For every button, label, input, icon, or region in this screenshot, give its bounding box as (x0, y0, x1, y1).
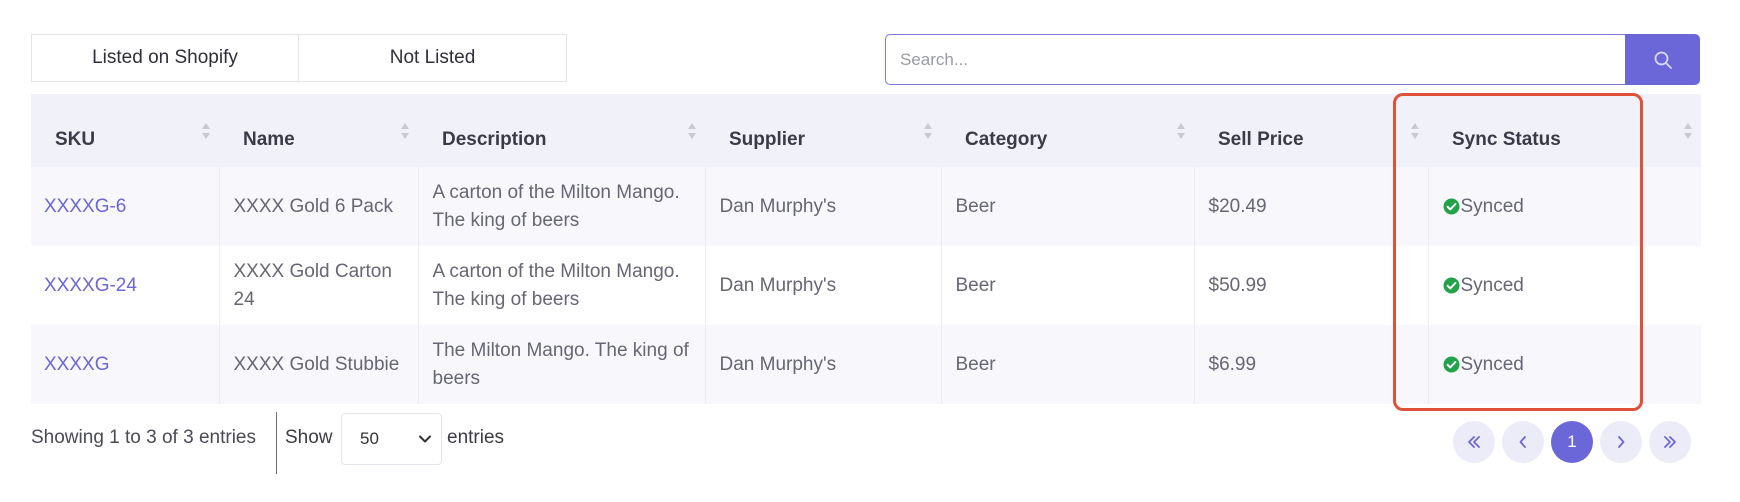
sort-icon (688, 123, 696, 139)
sort-icon (202, 123, 210, 139)
product-name: XXXX Gold Stubbie (218, 325, 418, 404)
sku-link[interactable]: XXXXG-6 (31, 167, 219, 246)
product-description: A carton of the Milton Mango. The king o… (417, 167, 705, 246)
chevron-right-icon (1618, 436, 1625, 448)
search-button[interactable] (1625, 34, 1700, 85)
sort-icon (1177, 123, 1185, 139)
check-circle-icon (1443, 198, 1459, 215)
first-page-button[interactable] (1453, 421, 1495, 463)
sync-status-label: Synced (1460, 195, 1524, 217)
search-input[interactable] (885, 34, 1625, 85)
search-bar (885, 34, 1700, 85)
sync-status-cell: Synced (1427, 246, 1701, 325)
chevron-left-icon (1519, 436, 1526, 448)
product-category: Beer (940, 167, 1194, 246)
sort-icon (1411, 123, 1419, 139)
last-page-button[interactable] (1649, 421, 1691, 463)
listing-filter-toggle: Listed on Shopify Not Listed (31, 34, 567, 82)
table-row: XXXXG-24 XXXX Gold Carton 24 A carton of… (31, 246, 1701, 325)
pagination: 1 (1453, 421, 1691, 463)
column-header-sync-status[interactable]: Sync Status (1428, 94, 1701, 167)
table-header-row: SKU Name Description Supplier Category S… (31, 94, 1701, 167)
page-button-current[interactable]: 1 (1551, 421, 1593, 463)
sort-icon (401, 123, 409, 139)
product-name: XXXX Gold Carton 24 (218, 246, 418, 325)
next-page-button[interactable] (1600, 421, 1642, 463)
entries-label: entries (447, 427, 505, 448)
product-sell-price: $50.99 (1193, 246, 1428, 325)
previous-page-button[interactable] (1502, 421, 1544, 463)
check-circle-icon (1443, 356, 1459, 373)
double-chevron-left-icon (1468, 436, 1480, 448)
product-sell-price: $6.99 (1193, 325, 1428, 404)
product-description: A carton of the Milton Mango. The king o… (417, 246, 705, 325)
column-header-sell-price[interactable]: Sell Price (1194, 94, 1428, 167)
column-header-name[interactable]: Name (219, 94, 418, 167)
product-sell-price: $20.49 (1193, 167, 1428, 246)
sku-link[interactable]: XXXXG (31, 325, 219, 404)
sync-status-badge: Synced (1443, 272, 1688, 300)
table-row: XXXXG XXXX Gold Stubbie The Milton Mango… (31, 325, 1701, 404)
check-circle-icon (1443, 277, 1459, 294)
page-size-value: 50 (360, 429, 379, 448)
show-label: Show (285, 427, 333, 448)
product-supplier: Dan Murphy's (704, 246, 941, 325)
sync-status-badge: Synced (1443, 351, 1688, 379)
sku-link[interactable]: XXXXG-24 (31, 246, 219, 325)
page-size-select[interactable]: 50 (341, 413, 442, 465)
column-header-supplier[interactable]: Supplier (705, 94, 941, 167)
column-header-category[interactable]: Category (941, 94, 1194, 167)
products-table: SKU Name Description Supplier Category S… (31, 94, 1701, 404)
column-header-sku[interactable]: SKU (31, 94, 219, 167)
product-category: Beer (940, 246, 1194, 325)
not-listed-button[interactable]: Not Listed (299, 34, 567, 82)
listed-on-shopify-button[interactable]: Listed on Shopify (31, 34, 299, 82)
sync-status-label: Synced (1460, 274, 1524, 296)
sync-status-label: Synced (1460, 353, 1524, 375)
entries-info: Showing 1 to 3 of 3 entries (31, 427, 256, 448)
product-name: XXXX Gold 6 Pack (218, 167, 418, 246)
chevron-down-icon (419, 435, 431, 443)
product-supplier: Dan Murphy's (704, 325, 941, 404)
product-supplier: Dan Murphy's (704, 167, 941, 246)
table-row: XXXXG-6 XXXX Gold 6 Pack A carton of the… (31, 167, 1701, 246)
column-header-description[interactable]: Description (418, 94, 705, 167)
double-chevron-right-icon (1664, 436, 1676, 448)
footer-divider (276, 412, 277, 474)
search-icon (1654, 51, 1672, 69)
sync-status-cell: Synced (1427, 167, 1701, 246)
product-description: The Milton Mango. The king of beers (417, 325, 705, 404)
sync-status-cell: Synced (1427, 325, 1701, 404)
sync-status-badge: Synced (1443, 193, 1688, 221)
product-category: Beer (940, 325, 1194, 404)
sort-icon (1684, 123, 1692, 139)
sort-icon (924, 123, 932, 139)
